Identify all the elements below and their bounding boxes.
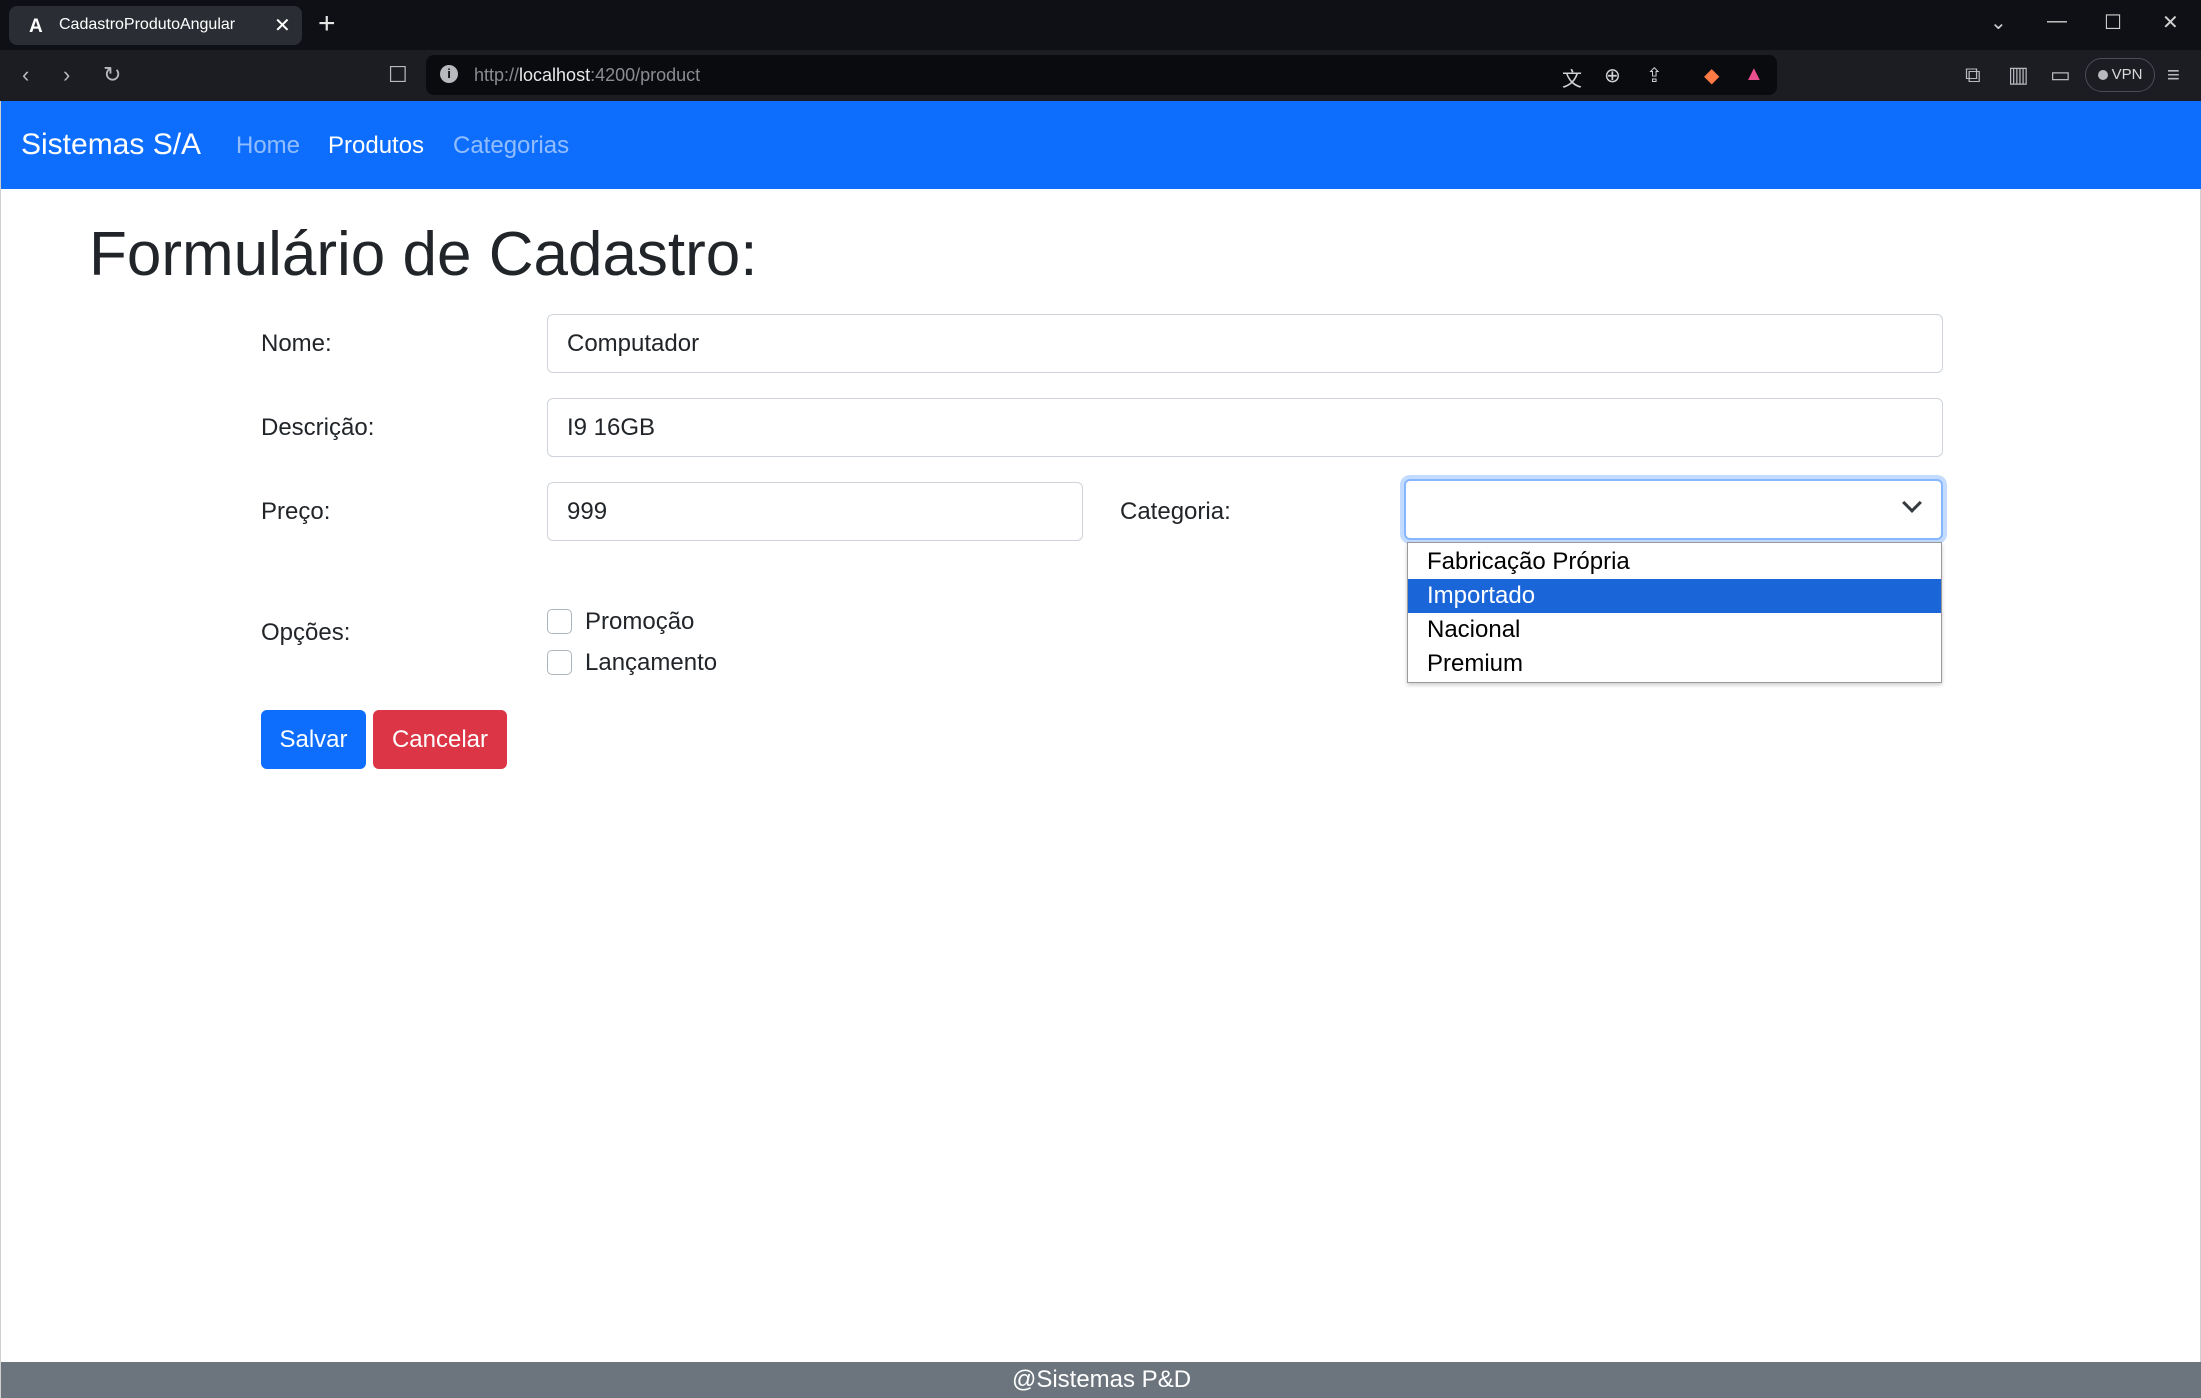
nome-input[interactable] (547, 314, 1943, 373)
nome-label: Nome: (261, 330, 332, 357)
promocao-checkbox[interactable] (547, 609, 572, 634)
navbar: Sistemas S/A Home Produtos Categorias (1, 101, 2201, 189)
tab-title: CadastroProdutoAngular (59, 16, 236, 33)
brave-shield-icon[interactable]: ◆ (1704, 63, 1719, 88)
lancamento-checkbox[interactable] (547, 650, 572, 675)
site-info-icon[interactable]: i (440, 65, 458, 83)
tab-list-chevron-icon[interactable]: ⌄ (1990, 10, 2007, 35)
forward-icon[interactable]: › (63, 62, 70, 88)
bookmark-icon[interactable]: ☐ (388, 62, 408, 88)
categoria-option[interactable]: Nacional (1408, 613, 1941, 647)
address-bar[interactable]: i http://localhost:4200/product 文 ⊕ ⇪ ◆ … (426, 55, 1777, 95)
zoom-icon[interactable]: ⊕ (1604, 63, 1621, 88)
descricao-input[interactable] (547, 398, 1943, 457)
browser-toolbar: ‹ › ↻ ☐ i http://localhost:4200/product … (0, 50, 2201, 101)
categoria-dropdown-list: Fabricação Própria Importado Nacional Pr… (1407, 542, 1942, 683)
categoria-select[interactable] (1404, 479, 1943, 540)
promocao-label[interactable]: Promoção (585, 608, 694, 636)
page-title: Formulário de Cadastro: (89, 220, 758, 289)
translate-icon[interactable]: 文 (1562, 63, 1582, 92)
vpn-button[interactable]: VPN (2085, 58, 2155, 92)
preco-input[interactable] (547, 482, 1083, 541)
wallet-icon[interactable]: ▭ (2050, 62, 2071, 88)
vpn-status-icon (2097, 70, 2108, 81)
tab-close-icon[interactable]: ✕ (274, 13, 291, 38)
angular-favicon-icon: A (29, 16, 43, 37)
preco-label: Preço: (261, 498, 331, 525)
close-window-icon[interactable]: ✕ (2162, 10, 2179, 35)
brand[interactable]: Sistemas S/A (21, 128, 201, 162)
browser-tabstrip: A CadastroProdutoAngular ✕ + ⌄ — ☐ ✕ (0, 0, 2201, 50)
extensions-icon[interactable]: ⧉ (1965, 62, 1981, 88)
lancamento-label[interactable]: Lançamento (585, 649, 717, 677)
nav-link-produtos[interactable]: Produtos (328, 132, 424, 160)
reload-icon[interactable]: ↻ (103, 62, 121, 88)
cancel-button[interactable]: Cancelar (373, 710, 507, 769)
url-text[interactable]: http://localhost:4200/product (474, 65, 700, 86)
brave-rewards-icon[interactable]: ▲ (1744, 63, 1764, 86)
footer: @Sistemas P&D (1, 1362, 2201, 1398)
page-content: Sistemas S/A Home Produtos Categorias Fo… (0, 101, 2201, 1398)
categoria-option[interactable]: Premium (1408, 647, 1941, 681)
minimize-icon[interactable]: — (2047, 10, 2067, 33)
categoria-option[interactable]: Fabricação Própria (1408, 545, 1941, 579)
share-icon[interactable]: ⇪ (1646, 63, 1663, 88)
descricao-label: Descrição: (261, 414, 375, 441)
new-tab-icon[interactable]: + (318, 6, 336, 42)
browser-tab[interactable]: A CadastroProdutoAngular ✕ (9, 6, 302, 45)
categoria-label: Categoria: (1120, 498, 1231, 525)
chevron-down-icon (1902, 493, 1922, 513)
back-icon[interactable]: ‹ (22, 62, 29, 88)
nav-link-categorias[interactable]: Categorias (453, 132, 569, 160)
sidebar-icon[interactable]: ▥ (2008, 62, 2029, 88)
menu-icon[interactable]: ≡ (2167, 62, 2180, 88)
categoria-option-highlighted[interactable]: Importado (1408, 579, 1941, 613)
save-button[interactable]: Salvar (261, 710, 366, 769)
maximize-icon[interactable]: ☐ (2104, 10, 2122, 35)
opcoes-label: Opções: (261, 619, 351, 646)
nav-link-home[interactable]: Home (236, 132, 300, 160)
